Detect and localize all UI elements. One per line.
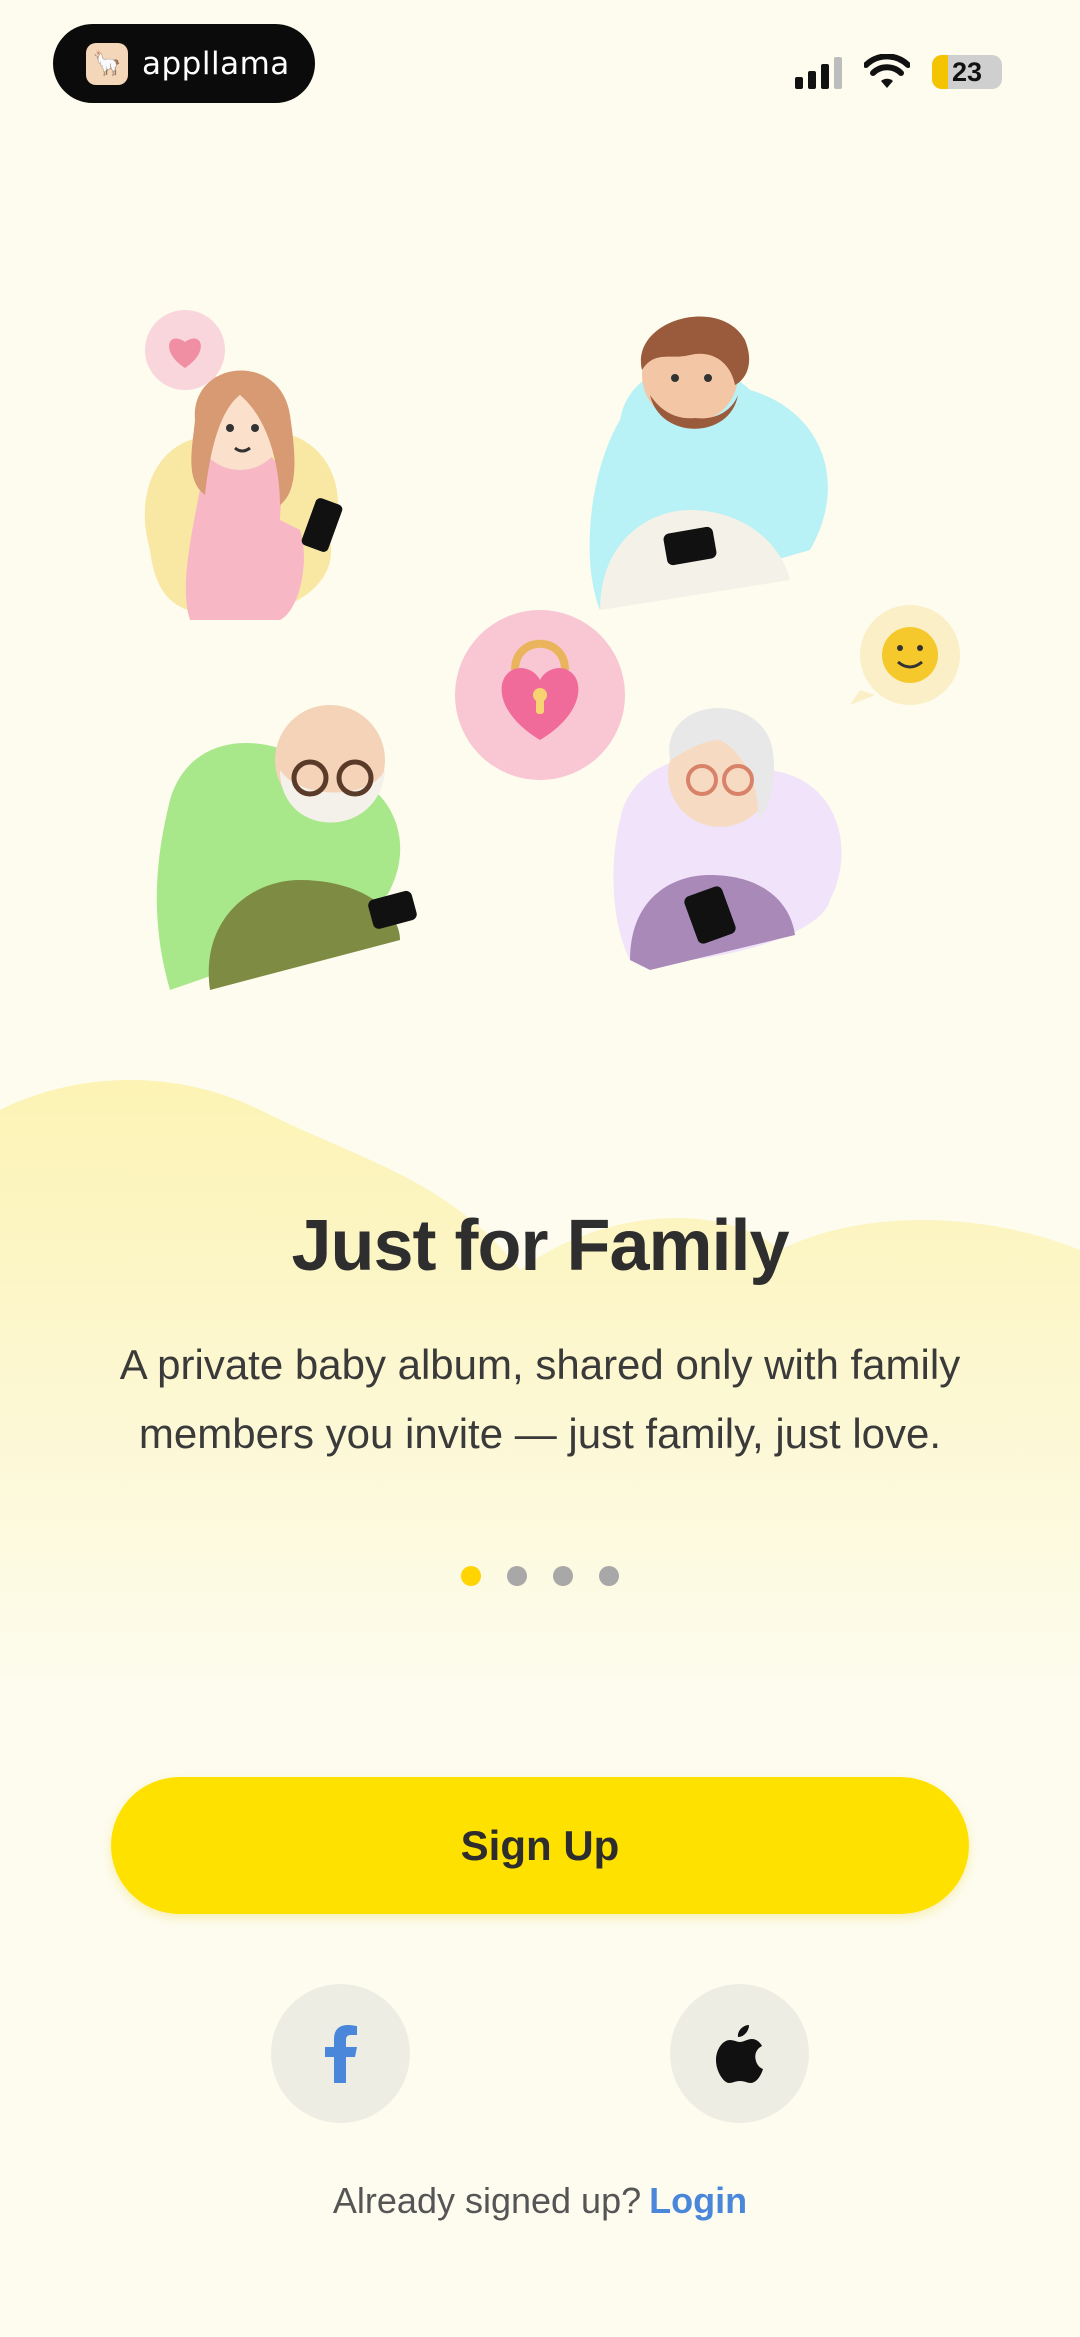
grandfather-avatar (156, 705, 417, 990)
app-pill-label: appllama (142, 45, 290, 82)
app-pill[interactable]: 🦙 appllama (53, 24, 315, 103)
page-title: Just for Family (291, 1206, 789, 1286)
man-avatar (589, 316, 828, 610)
pager-dot[interactable] (507, 1566, 527, 1586)
pager-dot-active[interactable] (461, 1566, 481, 1586)
sign-up-button[interactable]: Sign Up (111, 1777, 969, 1914)
page-description: A private baby album, shared only with f… (119, 1341, 961, 1457)
family-illustration (144, 310, 960, 990)
cellular-signal-icon (795, 55, 842, 89)
pager-dots (0, 1566, 1080, 1586)
pager-dot[interactable] (553, 1566, 573, 1586)
login-link[interactable]: Login (649, 2180, 747, 2221)
grandmother-avatar (613, 707, 842, 970)
apple-login-button[interactable] (670, 1984, 809, 2123)
pager-dot[interactable] (599, 1566, 619, 1586)
heart-lock-icon (455, 610, 625, 780)
battery-level: 23 (951, 56, 983, 87)
woman-avatar (144, 370, 343, 620)
status-bar-right: 23 (795, 50, 1002, 94)
battery-icon: 23 (932, 55, 1002, 89)
wifi-icon (864, 54, 910, 88)
facebook-icon (324, 2024, 357, 2083)
already-signed-up-text: Already signed up? (332, 2180, 642, 2221)
login-prompt: Already signed up? Login (0, 2180, 1080, 2222)
smiley-bubble-icon (850, 605, 960, 705)
facebook-login-button[interactable] (271, 1984, 410, 2123)
apple-icon (715, 2024, 763, 2083)
llama-logo-icon: 🦙 (86, 42, 128, 85)
